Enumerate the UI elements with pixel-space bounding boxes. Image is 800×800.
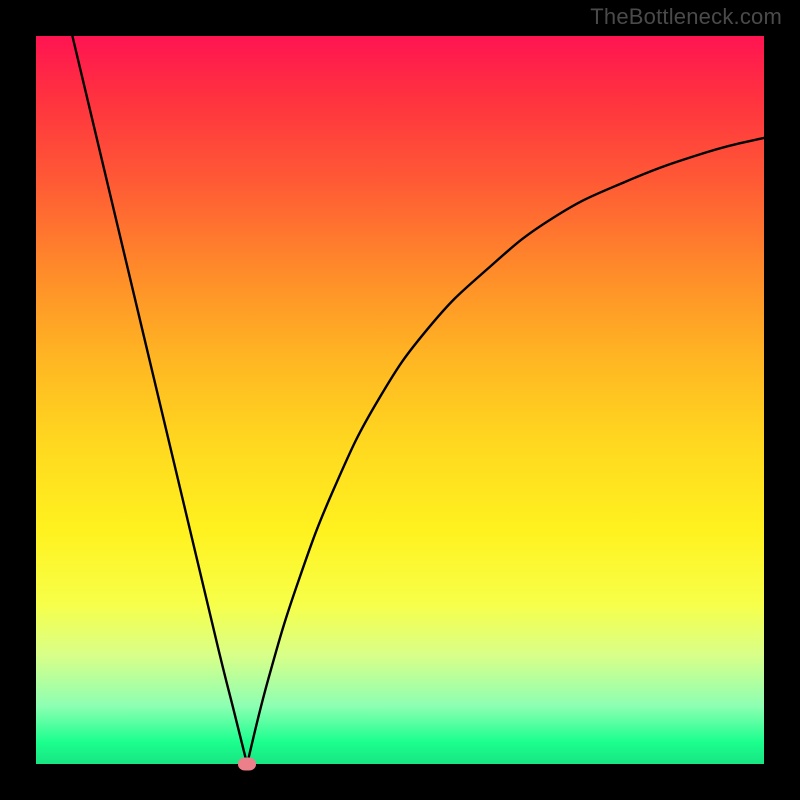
watermark-text: TheBottleneck.com	[590, 4, 782, 30]
curve-layer	[36, 36, 764, 764]
chart-container: TheBottleneck.com	[0, 0, 800, 800]
plot-area	[36, 36, 764, 764]
curve-path	[72, 36, 764, 764]
minimum-marker	[238, 758, 256, 771]
